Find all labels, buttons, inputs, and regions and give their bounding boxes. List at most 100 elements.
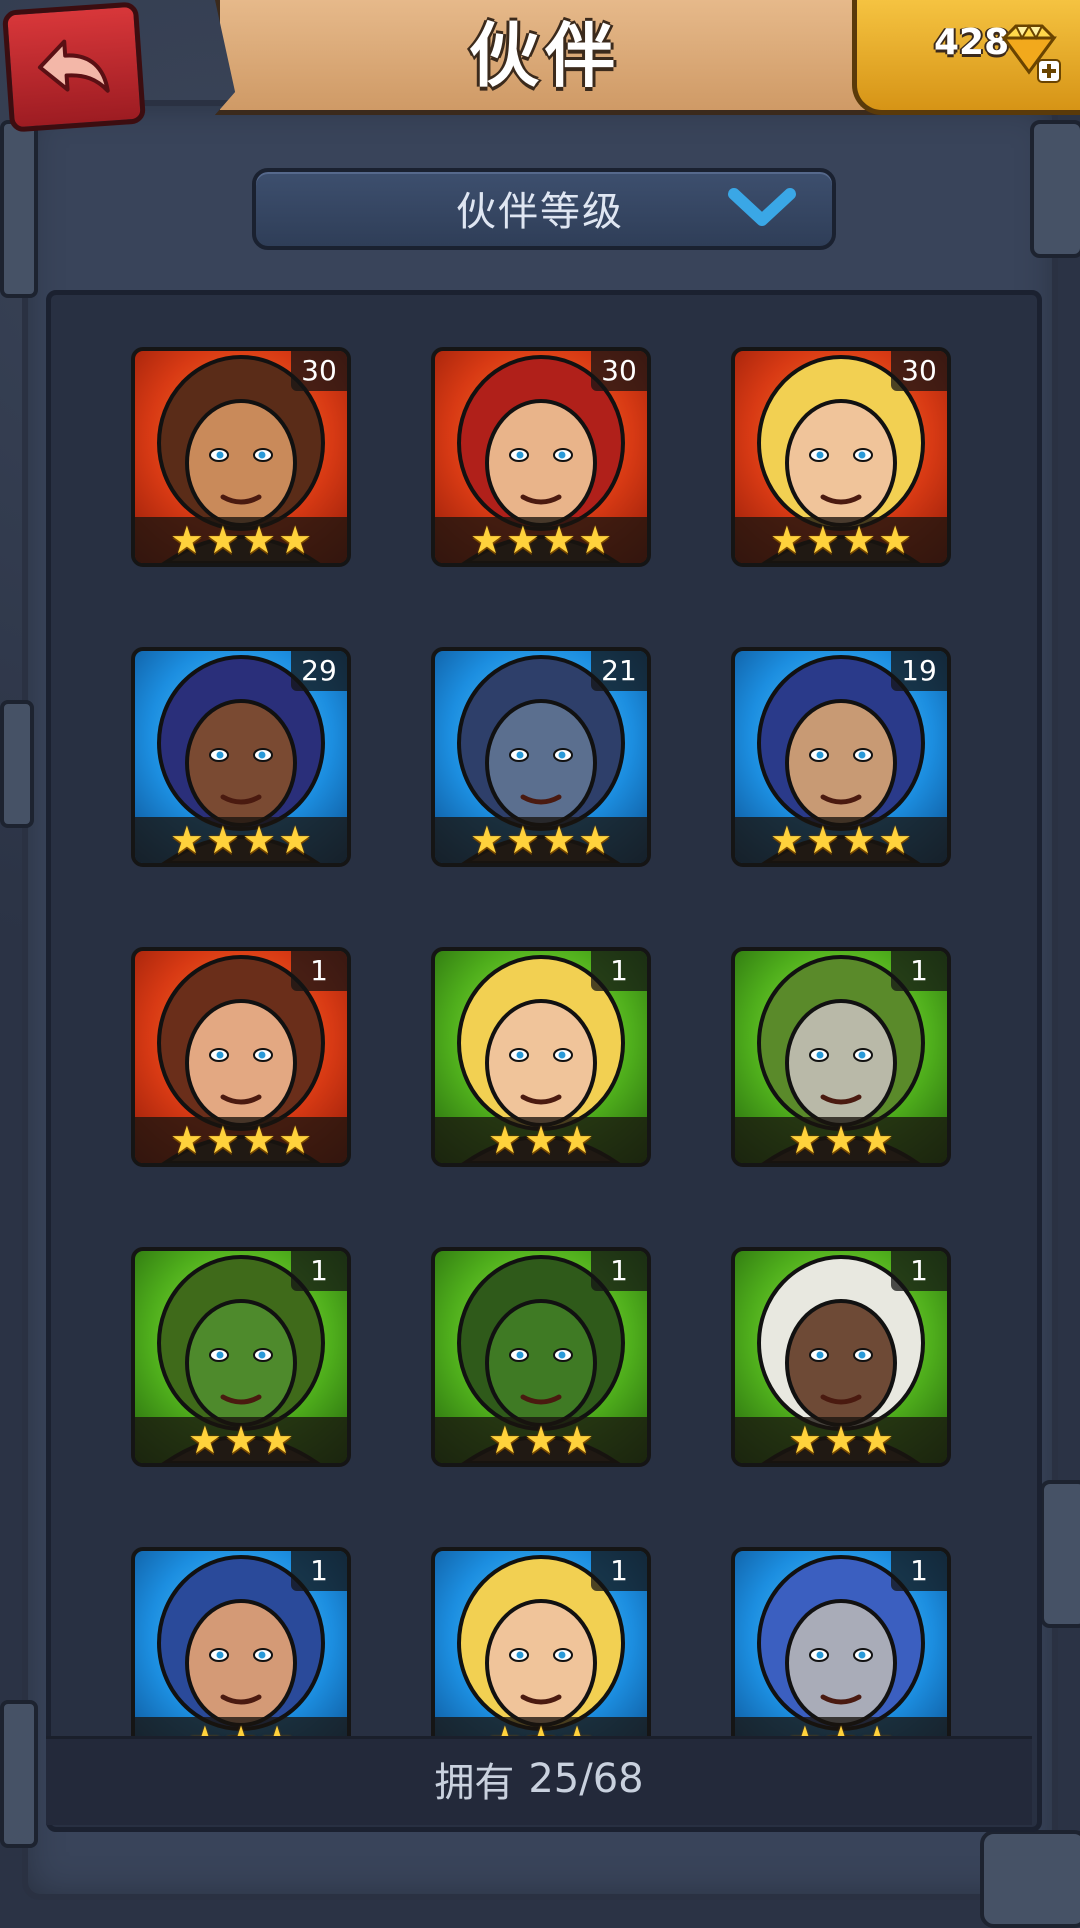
companion-level: 21 <box>591 651 647 691</box>
star-icon: ★ <box>523 1118 559 1162</box>
companion-level: 30 <box>591 351 647 391</box>
star-icon: ★ <box>260 1418 295 1462</box>
companion-card[interactable]: 1★★★ <box>431 947 651 1167</box>
owned-count: 拥有 25/68 <box>46 1736 1032 1822</box>
star-icon: ★ <box>787 1118 822 1162</box>
star-icon: ★ <box>542 818 577 862</box>
star-icon: ★ <box>278 1118 313 1162</box>
star-icon: ★ <box>242 1118 277 1162</box>
star-icon: ★ <box>469 818 504 862</box>
star-icon: ★ <box>860 1418 895 1462</box>
companion-card[interactable]: 1 ★ ★ ★ ★ <box>131 947 351 1167</box>
star-icon: ★ <box>505 518 540 562</box>
star-icon: ★ <box>205 1118 240 1162</box>
companion-star-rating: ★ ★ ★ ★ <box>135 1117 347 1163</box>
companion-level: 1 <box>591 1551 647 1591</box>
companion-star-rating: ★★★ <box>735 1117 947 1163</box>
star-icon: ★ <box>278 818 313 862</box>
star-icon: ★ <box>223 1418 259 1462</box>
diamond-plus-icon[interactable] <box>996 22 1062 84</box>
companion-level: 30 <box>291 351 347 391</box>
companion-list-panel[interactable]: 30 ★ ★ ★ ★ 30 ★ ★ ★ ★ 30 ★ ★ ★ ★ 29 ★ ★ ★ ★ 21 ★ ★ ★ ★ 19 ★ ★ ★ ★ 1 ★ ★ ★… <box>46 290 1042 1832</box>
rock-bottom-right <box>980 1830 1080 1928</box>
companion-card[interactable]: 30 ★ ★ ★ ★ <box>431 347 651 567</box>
star-icon: ★ <box>878 818 913 862</box>
star-icon: ★ <box>487 1418 522 1462</box>
star-icon: ★ <box>860 1118 895 1162</box>
rock-right-bottom <box>1040 1480 1080 1628</box>
companion-card[interactable]: 1★★★ <box>731 1547 951 1767</box>
star-icon: ★ <box>242 518 277 562</box>
star-icon: ★ <box>578 818 613 862</box>
star-icon: ★ <box>505 818 540 862</box>
companion-card[interactable]: 21 ★ ★ ★ ★ <box>431 647 651 867</box>
rock-left-mid <box>0 700 34 828</box>
companion-level: 1 <box>591 1251 647 1291</box>
star-icon: ★ <box>842 818 877 862</box>
star-icon: ★ <box>560 1118 595 1162</box>
companion-level: 1 <box>891 951 947 991</box>
star-icon: ★ <box>205 818 240 862</box>
companion-star-rating: ★★★ <box>735 1417 947 1463</box>
companion-level: 1 <box>591 951 647 991</box>
companion-level: 1 <box>291 951 347 991</box>
companion-card[interactable]: 1★★★ <box>731 1247 951 1467</box>
star-icon: ★ <box>578 518 613 562</box>
star-icon: ★ <box>769 518 804 562</box>
star-icon: ★ <box>242 818 277 862</box>
companion-star-rating: ★★★ <box>435 1417 647 1463</box>
companion-card[interactable]: 1★★★ <box>431 1547 651 1767</box>
companion-star-rating: ★ ★ ★ ★ <box>735 517 947 563</box>
companion-star-rating: ★ ★ ★ ★ <box>435 817 647 863</box>
star-icon: ★ <box>169 818 204 862</box>
companion-level: 19 <box>891 651 947 691</box>
companion-card[interactable]: 19 ★ ★ ★ ★ <box>731 647 951 867</box>
back-arrow-icon <box>37 39 110 93</box>
companion-card[interactable]: 1★★★ <box>131 1547 351 1767</box>
rock-right-top <box>1030 120 1080 258</box>
star-icon: ★ <box>487 1118 522 1162</box>
star-icon: ★ <box>787 1418 822 1462</box>
star-icon: ★ <box>823 1118 859 1162</box>
companion-card[interactable]: 1★★★ <box>431 1247 651 1467</box>
star-icon: ★ <box>805 518 840 562</box>
gem-count: 428 <box>934 22 1010 63</box>
back-button[interactable] <box>1 1 147 133</box>
rock-bottom-left <box>0 1700 38 1848</box>
star-icon: ★ <box>805 818 840 862</box>
owned-value: 25/68 <box>528 1756 644 1802</box>
star-icon: ★ <box>769 818 804 862</box>
companion-star-rating: ★★★ <box>435 1117 647 1163</box>
companion-card[interactable]: 29 ★ ★ ★ ★ <box>131 647 351 867</box>
star-icon: ★ <box>542 518 577 562</box>
star-icon: ★ <box>205 518 240 562</box>
star-icon: ★ <box>560 1418 595 1462</box>
companion-level: 30 <box>891 351 947 391</box>
star-icon: ★ <box>169 1118 204 1162</box>
companion-card[interactable]: 1★★★ <box>731 947 951 1167</box>
companion-level: 1 <box>291 1251 347 1291</box>
companion-level: 1 <box>891 1551 947 1591</box>
companion-level: 29 <box>291 651 347 691</box>
star-icon: ★ <box>523 1418 559 1462</box>
owned-label: 拥有 <box>434 1760 515 1806</box>
companion-star-rating: ★ ★ ★ ★ <box>735 817 947 863</box>
companion-star-rating: ★★★ <box>135 1417 347 1463</box>
page-title: 伙伴 <box>469 14 621 97</box>
star-icon: ★ <box>469 518 504 562</box>
companion-star-rating: ★ ★ ★ ★ <box>135 817 347 863</box>
companion-card[interactable]: 30 ★ ★ ★ ★ <box>731 347 951 567</box>
chevron-down-icon[interactable] <box>728 186 796 230</box>
star-icon: ★ <box>169 518 204 562</box>
star-icon: ★ <box>278 518 313 562</box>
companion-star-rating: ★ ★ ★ ★ <box>135 517 347 563</box>
companion-level: 1 <box>891 1251 947 1291</box>
rock-left-top <box>0 120 38 298</box>
companion-card[interactable]: 30 ★ ★ ★ ★ <box>131 347 351 567</box>
star-icon: ★ <box>823 1418 859 1462</box>
star-icon: ★ <box>842 518 877 562</box>
star-icon: ★ <box>878 518 913 562</box>
star-icon: ★ <box>187 1418 222 1462</box>
companion-star-rating: ★ ★ ★ ★ <box>435 517 647 563</box>
companion-card[interactable]: 1★★★ <box>131 1247 351 1467</box>
